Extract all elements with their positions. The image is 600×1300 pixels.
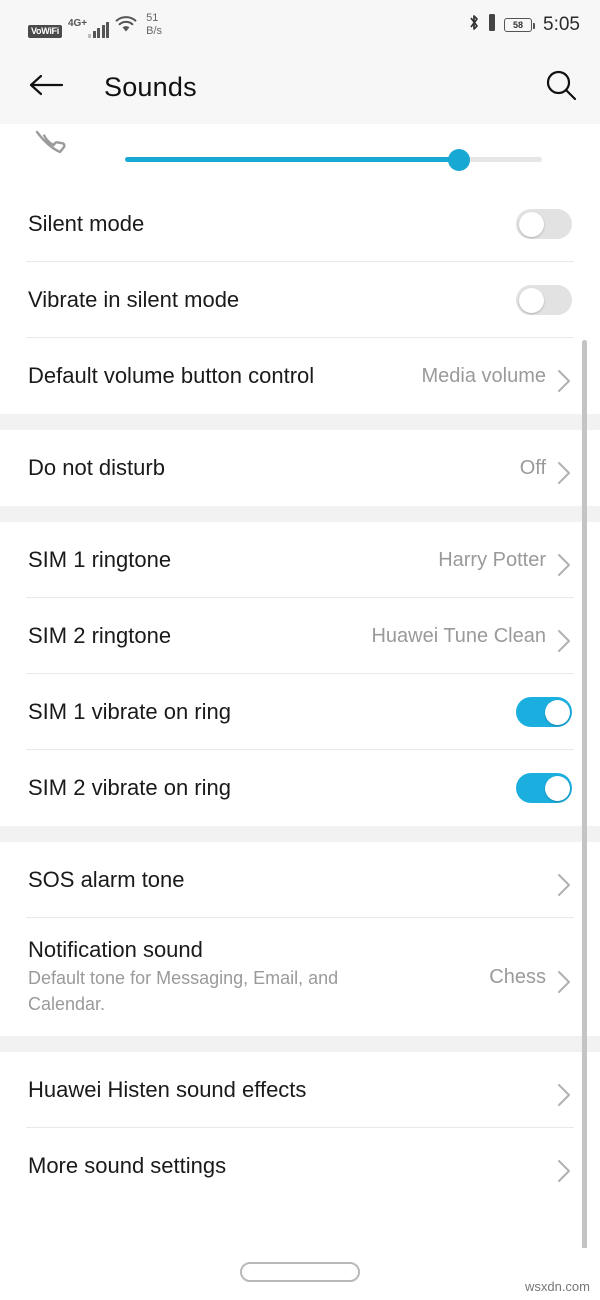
row-label: Huawei Histen sound effects [28, 1077, 307, 1102]
signal-bars-icon: 4G+ [68, 18, 110, 38]
row-label: SIM 1 vibrate on ring [28, 699, 231, 724]
row-sim1-ringtone[interactable]: SIM 1 ringtone Harry Potter [0, 522, 600, 598]
row-default-volume-button-control[interactable]: Default volume button control Media volu… [0, 338, 600, 414]
navigation-bar: wsxdn.com [0, 1248, 600, 1300]
vowifi-badge-icon: VoWiFi [28, 24, 62, 38]
row-sim2-vibrate-on-ring[interactable]: SIM 2 vibrate on ring [0, 750, 600, 826]
row-label: Vibrate in silent mode [28, 287, 240, 312]
chevron-right-icon [556, 1082, 572, 1106]
signal-bars-glyph [88, 21, 110, 38]
section-gap [0, 506, 600, 522]
toggle-knob [544, 699, 570, 725]
row-huawei-histen-sound-effects[interactable]: Huawei Histen sound effects [0, 1052, 600, 1128]
bluetooth-icon [468, 13, 480, 37]
search-icon[interactable] [544, 68, 578, 107]
row-label: Default volume button control [28, 363, 315, 388]
toggle-sim1-vibrate-on-ring[interactable] [516, 697, 572, 727]
back-arrow-icon[interactable] [28, 72, 64, 103]
volume-slider-track[interactable] [125, 149, 542, 171]
chevron-right-icon [556, 552, 572, 576]
row-label: SIM 2 vibrate on ring [28, 775, 231, 800]
row-text-block: Notification sound Default tone for Mess… [28, 937, 489, 1017]
row-notification-sound[interactable]: Notification sound Default tone for Mess… [0, 918, 600, 1036]
volume-slider-fill [125, 157, 459, 162]
row-label: SOS alarm tone [28, 867, 185, 892]
page-title: Sounds [104, 71, 197, 102]
status-bar: VoWiFi 4G+ 51 B/s 58 5:05 [0, 0, 600, 50]
section-gap [0, 1036, 600, 1052]
row-do-not-disturb[interactable]: Do not disturb Off [0, 430, 600, 506]
row-sos-alarm-tone[interactable]: SOS alarm tone [0, 842, 600, 918]
row-value: Harry Potter [438, 548, 546, 571]
network-speed-value: 51 [146, 11, 159, 24]
row-value: Media volume [421, 364, 546, 387]
status-bar-left: VoWiFi 4G+ 51 B/s [28, 11, 163, 38]
vertical-scrollbar[interactable] [582, 340, 587, 1255]
row-label: Notification sound [28, 937, 203, 962]
row-silent-mode[interactable]: Silent mode [0, 186, 600, 262]
vibrate-icon [487, 13, 497, 37]
watermark: wsxdn.com [524, 1279, 590, 1294]
toggle-sim2-vibrate-on-ring[interactable] [516, 773, 572, 803]
row-label: Silent mode [28, 211, 145, 236]
row-more-sound-settings[interactable]: More sound settings [0, 1128, 600, 1204]
chevron-right-icon [556, 628, 572, 652]
row-value: Huawei Tune Clean [371, 624, 546, 647]
row-vibrate-in-silent-mode[interactable]: Vibrate in silent mode [0, 262, 600, 338]
row-label: SIM 1 ringtone [28, 547, 172, 572]
battery-percent-label: 58 [513, 20, 524, 30]
network-speed-unit: B/s [146, 24, 163, 37]
row-label: Do not disturb [28, 455, 165, 480]
row-sim2-ringtone[interactable]: SIM 2 ringtone Huawei Tune Clean [0, 598, 600, 674]
toggle-vibrate-in-silent-mode[interactable] [516, 285, 572, 315]
status-bar-clock: 5:05 [543, 14, 580, 35]
chevron-right-icon [556, 1158, 572, 1182]
row-sublabel: Default tone for Messaging, Email, and C… [28, 968, 339, 1014]
chevron-right-icon [556, 460, 572, 484]
volume-slider-thumb[interactable] [447, 149, 470, 171]
section-gap [0, 826, 600, 842]
row-label: SIM 2 ringtone [28, 623, 172, 648]
section-gap [0, 414, 600, 430]
wifi-icon [115, 15, 137, 38]
row-label: More sound settings [28, 1153, 227, 1178]
app-bar: Sounds [0, 50, 600, 124]
toggle-knob [518, 287, 544, 313]
network-type-label: 4G+ [67, 17, 88, 29]
toggle-knob [518, 211, 544, 237]
network-speed: 51 B/s [146, 11, 163, 38]
phone-handset-icon [27, 124, 71, 169]
chevron-right-icon [556, 969, 572, 993]
chevron-right-icon [556, 872, 572, 896]
battery-icon: 58 [504, 18, 536, 32]
chevron-right-icon [556, 368, 572, 392]
row-value: Off [519, 456, 546, 479]
toggle-knob [544, 775, 570, 801]
phone-screen: VoWiFi 4G+ 51 B/s 58 5:05 Sounds Silent … [0, 0, 600, 1300]
status-bar-right: 58 5:05 [468, 13, 580, 37]
settings-list[interactable]: Silent mode Vibrate in silent mode Defau… [0, 124, 600, 1248]
row-value: Chess [489, 965, 546, 988]
home-indicator-pill[interactable] [240, 1262, 360, 1282]
ringtone-volume-slider-row[interactable] [0, 124, 600, 186]
toggle-silent-mode[interactable] [516, 209, 572, 239]
row-sim1-vibrate-on-ring[interactable]: SIM 1 vibrate on ring [0, 674, 600, 750]
